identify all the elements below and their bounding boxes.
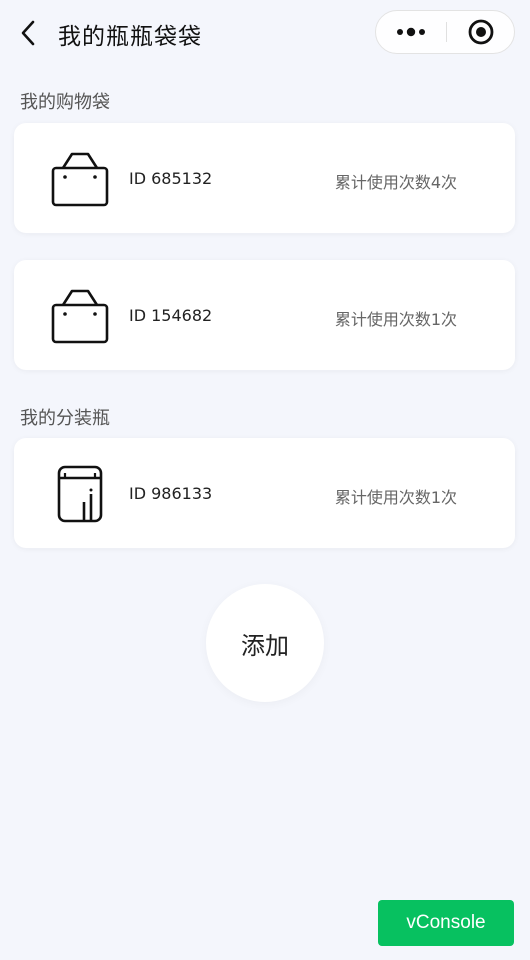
mini-program-capsule (375, 10, 515, 54)
bag-id: ID 685132 (129, 169, 213, 188)
section-title-bags: 我的购物袋 (20, 92, 110, 113)
bag-card[interactable]: ID 154682 累计使用次数1次 (14, 260, 515, 370)
bag-usage-count: 累计使用次数1次 (334, 310, 457, 329)
more-icon (397, 27, 425, 37)
navigation-bar: 我的瓶瓶袋袋 (0, 0, 530, 66)
bottle-id: ID 986133 (129, 484, 213, 503)
bag-id: ID 154682 (129, 306, 213, 325)
bottle-usage-count: 累计使用次数1次 (334, 488, 457, 507)
shopping-bag-icon (50, 286, 110, 346)
shopping-bag-icon (50, 149, 110, 209)
page-title: 我的瓶瓶袋袋 (58, 24, 202, 50)
bottle-card[interactable]: ID 986133 累计使用次数1次 (14, 438, 515, 548)
more-button[interactable] (376, 11, 446, 53)
bottle-icon (50, 464, 110, 524)
back-button[interactable] (14, 16, 42, 50)
bag-usage-count: 累计使用次数4次 (334, 173, 457, 192)
vconsole-button[interactable]: vConsole (378, 900, 514, 946)
add-button[interactable]: 添加 (206, 584, 324, 702)
chevron-left-icon (21, 20, 35, 46)
close-mini-program-button[interactable] (447, 11, 515, 53)
section-title-bottles: 我的分装瓶 (20, 408, 110, 429)
bag-card[interactable]: ID 685132 累计使用次数4次 (14, 123, 515, 233)
target-icon (468, 19, 494, 45)
